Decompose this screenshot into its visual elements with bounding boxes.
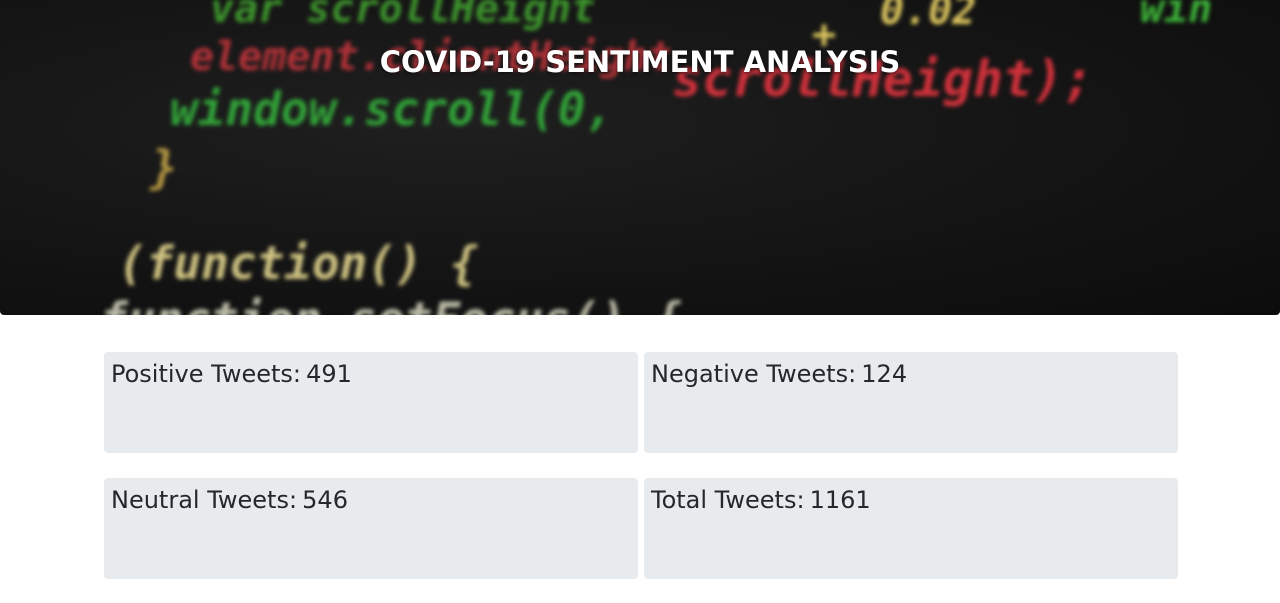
total-tweets-count: 1161	[809, 486, 871, 514]
neutral-tweets-label: Neutral Tweets:	[111, 486, 298, 514]
page-title: COVID-19 SENTIMENT ANALYSIS	[379, 45, 901, 79]
hero-banner: var scrollHeight 0.02 win element.client…	[0, 0, 1280, 315]
total-tweets-label: Total Tweets:	[651, 486, 805, 514]
negative-tweets-count: 124	[861, 360, 908, 388]
neutral-tweets-card: Neutral Tweets: 546	[104, 478, 638, 579]
negative-tweets-card: Negative Tweets: 124	[644, 352, 1178, 453]
positive-tweets-card: Positive Tweets: 491	[104, 352, 638, 453]
positive-tweets-label: Positive Tweets:	[111, 360, 301, 388]
total-tweets-card: Total Tweets: 1161	[644, 478, 1178, 579]
neutral-tweets-count: 546	[302, 486, 348, 514]
positive-tweets-count: 491	[306, 360, 352, 388]
negative-tweets-label: Negative Tweets:	[651, 360, 857, 388]
